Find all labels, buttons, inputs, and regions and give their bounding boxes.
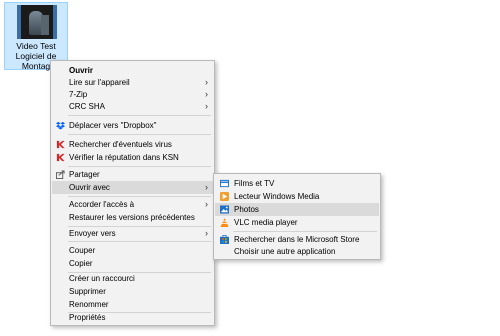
- menu-separator: [68, 241, 211, 242]
- menu-separator: [68, 196, 211, 197]
- menu-separator: [68, 166, 211, 167]
- chevron-right-icon: ›: [205, 182, 208, 192]
- menu-item-supprimer[interactable]: Supprimer: [52, 285, 213, 298]
- vlc-icon: [220, 218, 229, 227]
- photos-icon: [220, 205, 229, 214]
- menu-item-ouvrir-avec[interactable]: Ouvrir avec ›: [52, 181, 213, 194]
- video-thumbnail: [17, 5, 57, 39]
- menu-item-scan-virus[interactable]: Rechercher d'éventuels virus: [52, 138, 213, 151]
- menu-separator: [68, 134, 211, 135]
- chevron-right-icon: ›: [205, 228, 208, 238]
- submenu-item-windows-media[interactable]: Lecteur Windows Media: [215, 190, 379, 203]
- menu-item-partager[interactable]: Partager: [52, 168, 213, 181]
- menu-item-creer-raccourci[interactable]: Créer un raccourci: [52, 272, 213, 285]
- menu-item-copier[interactable]: Copier: [52, 257, 213, 270]
- menu-item-accorder-acces[interactable]: Accorder l'accès à ›: [52, 198, 213, 211]
- films-tv-icon: [220, 179, 229, 188]
- menu-item-ksn-reputation[interactable]: Vérifier la réputation dans KSN: [52, 151, 213, 164]
- menu-item-renommer[interactable]: Renommer: [52, 298, 213, 311]
- menu-item-restaurer-versions[interactable]: Restaurer les versions précédentes: [52, 211, 213, 224]
- menu-separator: [68, 115, 211, 116]
- kaspersky-icon: [56, 153, 65, 162]
- open-with-submenu: Films et TV Lecteur Windows Media Photos…: [213, 173, 381, 260]
- kaspersky-icon: [56, 140, 65, 149]
- submenu-item-choose-app[interactable]: Choisir une autre application: [215, 245, 379, 258]
- dropbox-icon: [56, 121, 65, 130]
- menu-item-dropbox[interactable]: Déplacer vers "Dropbox": [52, 119, 213, 132]
- submenu-item-photos[interactable]: Photos: [215, 203, 379, 216]
- share-icon: [56, 170, 65, 179]
- chevron-right-icon: ›: [205, 199, 208, 209]
- menu-separator: [233, 231, 377, 232]
- windows-media-player-icon: [220, 192, 229, 201]
- context-menu: Ouvrir Lire sur l'appareil › 7-Zip › CRC S…: [50, 60, 215, 326]
- submenu-item-films-tv[interactable]: Films et TV: [215, 177, 379, 190]
- menu-item-couper[interactable]: Couper: [52, 244, 213, 257]
- submenu-item-vlc[interactable]: VLC media player: [215, 216, 379, 229]
- chevron-right-icon: ›: [205, 101, 208, 111]
- menu-item-envoyer-vers[interactable]: Envoyer vers ›: [52, 227, 213, 240]
- microsoft-store-icon: [220, 235, 229, 244]
- menu-item-proprietes[interactable]: Propriétés: [52, 311, 213, 324]
- menu-item-crc-sha[interactable]: CRC SHA ›: [52, 100, 213, 113]
